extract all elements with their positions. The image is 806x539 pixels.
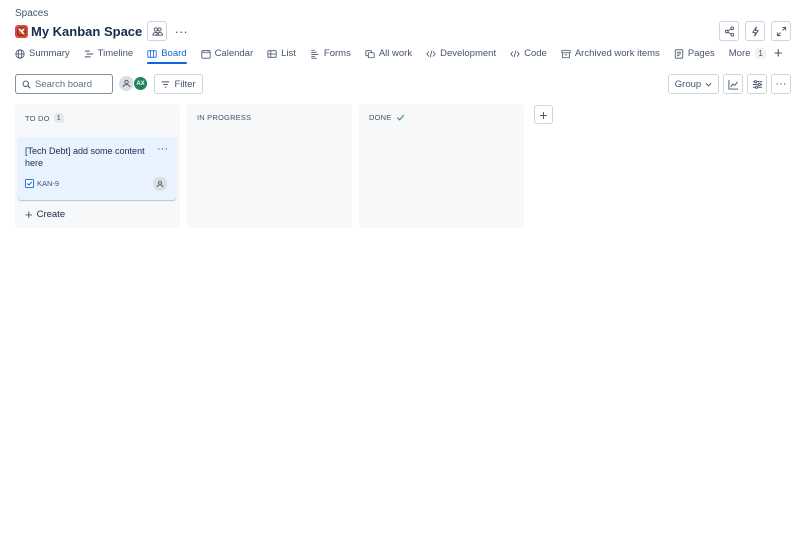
person-icon — [122, 79, 131, 88]
create-label: Create — [36, 209, 66, 220]
settings-sliders-icon — [752, 79, 762, 89]
tab-label: Pages — [687, 48, 715, 59]
calendar-icon — [200, 49, 211, 59]
more-icon: ··· — [775, 78, 787, 90]
tab-label: Board — [161, 48, 187, 59]
expand-icon — [776, 26, 786, 36]
team-button[interactable] — [147, 21, 168, 41]
column-title: DONE — [369, 113, 392, 122]
unassigned-avatar-filter[interactable] — [119, 76, 134, 91]
lightning-icon — [751, 25, 759, 37]
code-icon — [426, 50, 436, 57]
space-header: My Kanban Space ··· — [15, 21, 191, 41]
more-actions-button[interactable]: ··· — [171, 21, 191, 41]
tab-list[interactable]: List — [267, 44, 296, 63]
pages-icon — [674, 48, 683, 59]
tab-timeline[interactable]: Timeline — [84, 44, 134, 63]
automation-button[interactable] — [745, 21, 765, 41]
space-avatar-icon — [15, 24, 28, 38]
tab-label: List — [281, 48, 296, 59]
column-header: IN PROGRESS — [197, 113, 251, 122]
share-button[interactable] — [719, 21, 739, 41]
user-avatar-filter[interactable]: AX — [133, 76, 148, 91]
chart-icon — [727, 79, 738, 90]
tab-calendar[interactable]: Calendar — [200, 44, 254, 63]
filter-button[interactable]: Filter — [154, 74, 203, 94]
filter-label: Filter — [174, 78, 196, 90]
tab-label: More — [728, 48, 751, 59]
column-in-progress: IN PROGRESS — [187, 104, 352, 228]
group-label: Group — [674, 78, 702, 90]
tab-label: Forms — [323, 48, 351, 59]
tab-board[interactable]: Board — [147, 44, 187, 64]
people-icon — [152, 26, 163, 36]
tab-pages[interactable]: Pages — [674, 44, 715, 63]
add-column-button[interactable]: + — [534, 105, 553, 124]
more-count-badge: 1 — [755, 48, 766, 59]
card-key[interactable]: KAN-9 — [25, 179, 59, 188]
forms-icon — [311, 49, 319, 59]
view-settings-button[interactable] — [747, 74, 767, 94]
tab-all-work[interactable]: All work — [365, 44, 412, 63]
column-title: IN PROGRESS — [197, 113, 252, 122]
card-assignee-avatar[interactable] — [153, 177, 167, 191]
group-button[interactable]: Group — [668, 74, 719, 94]
add-tab-button[interactable]: + — [774, 46, 783, 61]
list-icon — [267, 49, 277, 58]
tab-forms[interactable]: Forms — [310, 44, 351, 63]
tab-development[interactable]: Development — [426, 44, 496, 63]
person-icon — [156, 180, 164, 188]
column-count-badge: 1 — [53, 113, 64, 123]
board-toolbar: AX Filter Group ··· — [15, 74, 791, 94]
card-key-label: KAN-9 — [37, 179, 60, 188]
tab-label: Code — [524, 48, 547, 59]
tab-label: Archived work items — [574, 48, 660, 59]
page-title: My Kanban Space — [31, 23, 143, 39]
globe-icon — [15, 48, 25, 59]
search-input[interactable] — [35, 78, 105, 90]
share-icon — [724, 25, 734, 37]
space-tabs: Summary Timeline Board Calendar List For… — [15, 44, 796, 64]
search-icon — [22, 80, 31, 89]
column-done: DONE — [359, 104, 524, 228]
tab-label: Development — [440, 48, 497, 59]
tab-archived-work-items[interactable]: Archived work items — [561, 44, 660, 63]
column-header: DONE — [369, 113, 405, 122]
column-to-do: TO DO 1 [Tech Debt] add some content her… — [15, 104, 180, 228]
insights-button[interactable] — [723, 74, 743, 94]
breadcrumb[interactable]: Spaces — [15, 8, 48, 19]
timeline-icon — [84, 50, 93, 57]
tab-label: Calendar — [214, 48, 254, 59]
tab-summary[interactable]: Summary — [15, 44, 70, 63]
create-button[interactable]: + Create — [25, 208, 65, 221]
card-title: [Tech Debt] add some content here — [25, 146, 145, 168]
tab-code[interactable]: Code — [510, 44, 547, 63]
task-checkbox-icon — [25, 179, 34, 188]
search-box[interactable] — [15, 74, 113, 94]
column-header: TO DO 1 — [25, 113, 64, 123]
archive-icon — [561, 49, 571, 58]
fullscreen-button[interactable] — [771, 21, 791, 41]
checkmark-icon — [397, 114, 405, 121]
plus-icon: + — [25, 207, 33, 222]
code-icon — [510, 50, 520, 57]
tab-label: Timeline — [97, 48, 134, 59]
chevron-down-icon — [705, 82, 712, 87]
tab-label: All work — [378, 48, 413, 59]
column-title: TO DO — [25, 113, 50, 123]
all-work-icon — [365, 49, 375, 58]
tab-more[interactable]: More 1 — [729, 44, 766, 63]
filter-icon — [162, 80, 170, 88]
card-more-button[interactable]: ··· — [157, 143, 168, 155]
tab-label: Summary — [29, 48, 70, 59]
more-options-button[interactable]: ··· — [771, 74, 791, 94]
header-actions — [719, 21, 791, 41]
work-item-card[interactable]: [Tech Debt] add some content here ··· KA… — [18, 137, 176, 200]
board-icon — [147, 49, 157, 58]
